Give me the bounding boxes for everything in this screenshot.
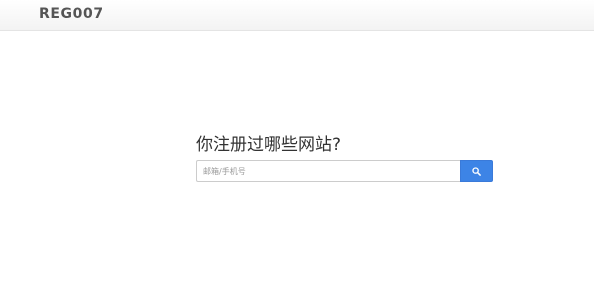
- search-button[interactable]: [460, 160, 493, 182]
- page-headline: 你注册过哪些网站?: [196, 135, 342, 155]
- top-navbar: REG007: [0, 0, 594, 31]
- brand-logo[interactable]: REG007: [39, 6, 104, 22]
- search-section: 你注册过哪些网站?: [196, 133, 493, 182]
- search-input[interactable]: [196, 160, 460, 182]
- search-icon: [472, 166, 481, 176]
- search-bar: [196, 160, 493, 182]
